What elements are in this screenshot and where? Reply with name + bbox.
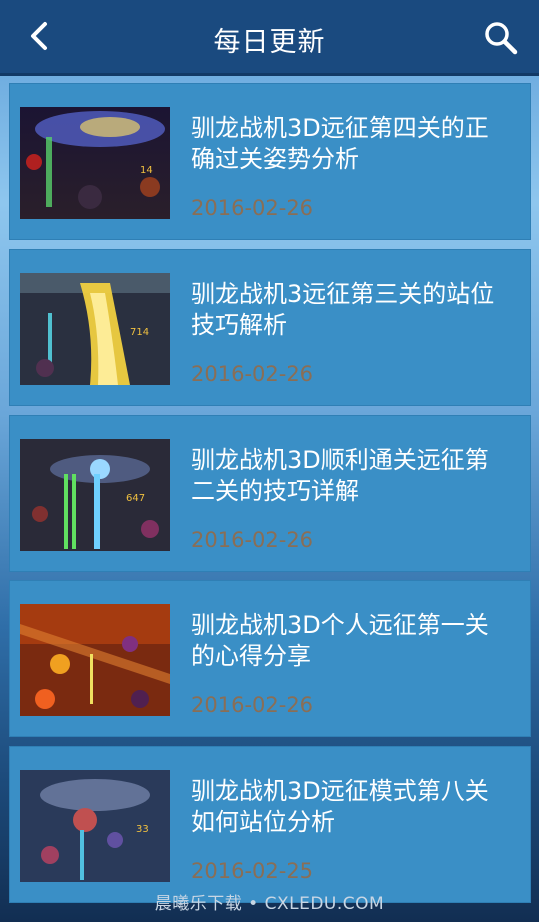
thumb-score: 647 [126, 493, 145, 504]
article-date: 2016-02-25 [191, 859, 314, 883]
article-date: 2016-02-26 [191, 196, 314, 220]
article-title: 驯龙战机3D顺利通关远征第二关的技巧详解 [191, 446, 489, 505]
article-thumbnail: 14 [20, 107, 170, 219]
thumb-score: 14 [140, 165, 153, 176]
article-title: 驯龙战机3远征第三关的站位技巧解析 [191, 280, 495, 339]
search-icon [484, 21, 518, 59]
search-button[interactable] [481, 20, 521, 60]
article-card[interactable]: 14 驯龙战机3D远征第四关的正确过关姿势分析 2016-02-26 [9, 83, 531, 240]
article-card[interactable]: 驯龙战机3D个人远征第一关的心得分享 2016-02-26 [9, 580, 531, 737]
page-title: 每日更新 [213, 27, 326, 58]
article-thumbnail [20, 604, 170, 716]
watermark: 晨曦乐下载 • CXLEDU.COM [154, 894, 385, 914]
article-thumbnail: 33 [20, 770, 170, 882]
thumb-score: 714 [130, 327, 149, 338]
article-card[interactable]: 714 驯龙战机3远征第三关的站位技巧解析 2016-02-26 [9, 249, 531, 406]
article-title: 驯龙战机3D远征模式第八关如何站位分析 [191, 777, 489, 836]
article-thumbnail: 714 [20, 273, 170, 385]
article-title: 驯龙战机3D远征第四关的正确过关姿势分析 [191, 114, 489, 173]
article-card[interactable]: 647 驯龙战机3D顺利通关远征第二关的技巧详解 2016-02-26 [9, 415, 531, 572]
top-bar: 每日更新 [0, 0, 539, 76]
article-title: 驯龙战机3D个人远征第一关的心得分享 [191, 611, 489, 670]
thumb-score: 33 [136, 824, 149, 835]
article-date: 2016-02-26 [191, 362, 314, 386]
article-card[interactable]: 33 驯龙战机3D远征模式第八关如何站位分析 2016-02-25 [9, 746, 531, 903]
article-date: 2016-02-26 [191, 528, 314, 552]
article-date: 2016-02-26 [191, 693, 314, 717]
article-thumbnail: 647 [20, 439, 170, 551]
